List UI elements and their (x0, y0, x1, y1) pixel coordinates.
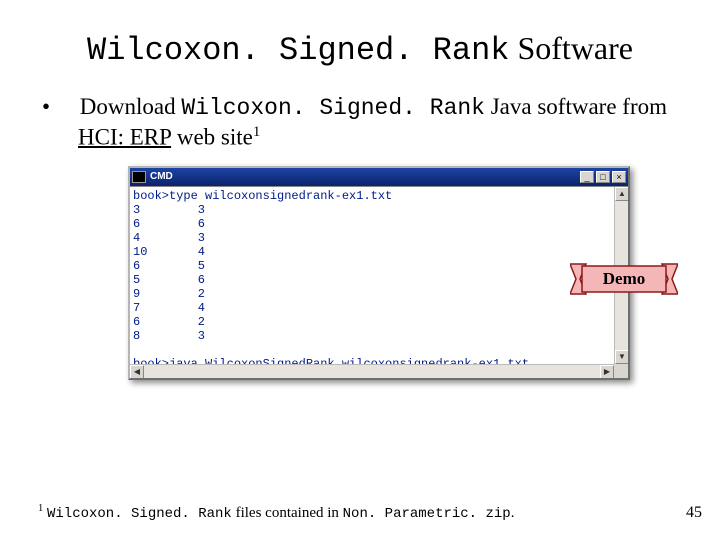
scroll-up-button[interactable]: ▲ (615, 187, 628, 201)
footnote-mid: files contained in (232, 505, 343, 521)
cmd-screenshot: CMD _ □ × book>type wilcoxonsignedrank-e… (128, 166, 630, 380)
terminal-output: book>type wilcoxonsignedrank-ex1.txt 3 3… (130, 187, 628, 378)
title-plain: Software (509, 30, 633, 66)
horizontal-scrollbar[interactable]: ◀ ▶ (130, 364, 614, 378)
demo-ribbon: Demo (570, 258, 678, 300)
footnote-mono1: Wilcoxon. Signed. Rank (47, 506, 232, 522)
page-number: 45 (686, 504, 702, 522)
scroll-right-button[interactable]: ▶ (600, 365, 614, 378)
bullet-mid: Java software from (485, 94, 667, 119)
footnote: 1 Wilcoxon. Signed. Rank files contained… (38, 503, 514, 522)
bullet-tail: web site (171, 124, 253, 149)
minimize-button[interactable]: _ (580, 171, 594, 183)
maximize-button[interactable]: □ (596, 171, 610, 183)
demo-label: Demo (570, 258, 678, 300)
bullet-link: HCI: ERP (78, 124, 171, 149)
footnote-sup: 1 (38, 503, 43, 514)
title-mono: Wilcoxon. Signed. Rank (87, 32, 509, 69)
bullet-sup: 1 (253, 124, 260, 140)
close-button[interactable]: × (612, 171, 626, 183)
window-titlebar: CMD _ □ × (130, 168, 628, 186)
bullet-marker: • (60, 93, 74, 122)
footnote-mono2: Non. Parametric. zip (343, 506, 511, 522)
bullet-lead: Download (80, 94, 182, 119)
footnote-tail: . (511, 505, 515, 521)
scrollbar-corner (614, 364, 628, 378)
window-title: CMD (150, 172, 173, 182)
scroll-left-button[interactable]: ◀ (130, 365, 144, 378)
scroll-down-button[interactable]: ▼ (615, 350, 628, 364)
slide-title: Wilcoxon. Signed. Rank Software (50, 30, 670, 69)
cmd-icon (132, 171, 146, 183)
bullet-mono: Wilcoxon. Signed. Rank (181, 95, 485, 121)
bullet-item: • Download Wilcoxon. Signed. Rank Java s… (50, 93, 670, 152)
